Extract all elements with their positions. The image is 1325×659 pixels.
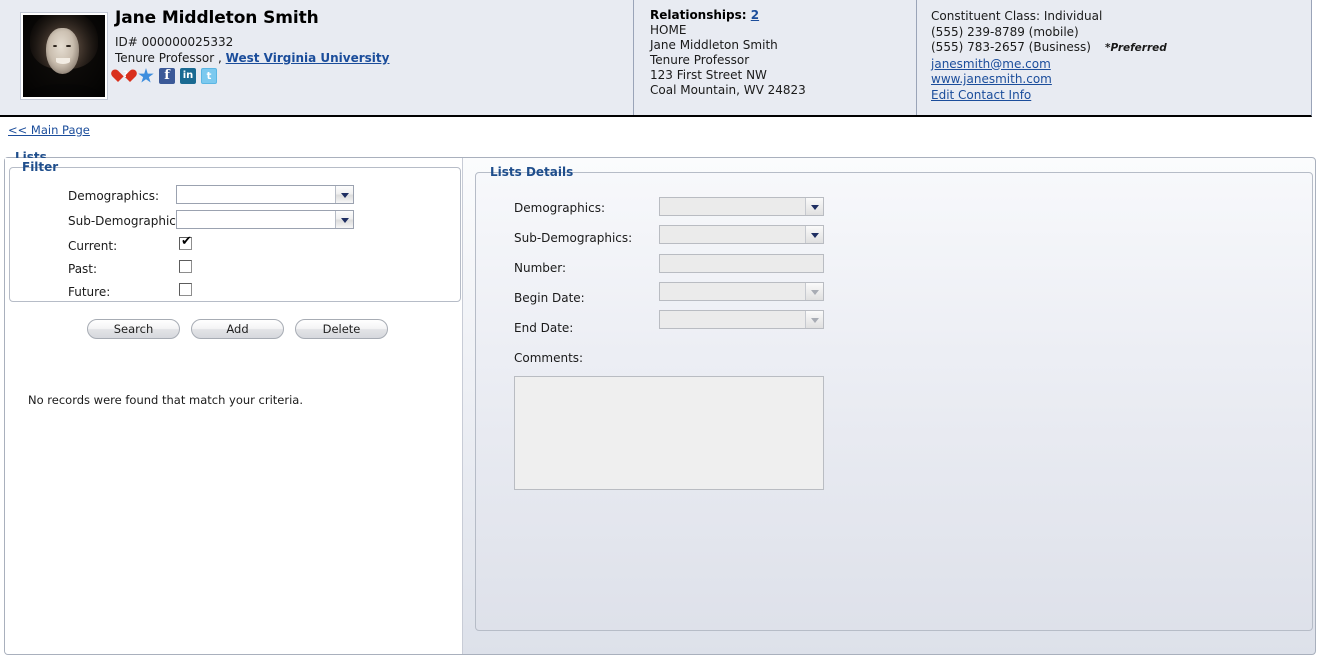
chevron-down-icon[interactable] [805, 198, 823, 215]
lists-details-legend: Lists Details [490, 165, 574, 179]
details-begin-date-label: Begin Date: [514, 291, 585, 305]
relationship-line: Jane Middleton Smith [650, 38, 778, 52]
chevron-down-icon[interactable] [335, 211, 353, 228]
avatar [20, 12, 108, 100]
phone-business: (555) 783-2657 (Business) [931, 40, 1091, 54]
chevron-down-icon[interactable] [805, 311, 823, 328]
person-title-line: Tenure Professor , West Virginia Univers… [115, 51, 389, 65]
edit-contact-line: Edit Contact Info [931, 88, 1167, 104]
details-end-date-label: End Date: [514, 321, 574, 335]
phone-mobile: (555) 239-8789 (mobile) [931, 24, 1079, 39]
preferred-marker: *Preferred [1104, 42, 1167, 54]
search-button[interactable]: Search [87, 319, 180, 339]
edit-contact-info-link[interactable]: Edit Contact Info [931, 88, 1031, 102]
relationships-label: Relationships: [650, 8, 747, 22]
filter-current-checkbox[interactable]: ✔ [179, 234, 192, 250]
checkmark-icon: ✔ [181, 234, 192, 249]
filter-past-label: Past: [68, 262, 98, 276]
constituent-class: Constituent Class: Individual [931, 9, 1103, 23]
header-relationships-column: Relationships: 2 HOME Jane Middleton Smi… [634, 0, 917, 115]
contact-block: Constituent Class: Individual (555) 239-… [931, 9, 1167, 103]
details-number-input[interactable] [659, 254, 824, 273]
details-number-label: Number: [514, 261, 567, 275]
filter-legend: Filter [22, 160, 59, 174]
lists-left-column: Filter Demographics: Sub-Demographics: C… [5, 158, 463, 654]
details-comments-textarea[interactable] [514, 376, 824, 490]
filter-sub-demographics-select[interactable] [176, 210, 354, 229]
relationship-line: Coal Mountain, WV 24823 [650, 83, 806, 97]
filter-future-checkbox[interactable] [179, 283, 192, 296]
filter-past-checkbox[interactable] [179, 260, 192, 273]
person-job-title: Tenure Professor , [115, 51, 222, 65]
details-sub-demographics-select[interactable] [659, 225, 824, 244]
details-comments-label: Comments: [514, 351, 584, 365]
website-link[interactable]: www.janesmith.com [931, 72, 1052, 86]
details-sub-demographics-label: Sub-Demographics: [514, 231, 633, 245]
portrait-photo [23, 15, 105, 97]
chevron-down-icon[interactable] [805, 226, 823, 243]
email-line: janesmith@me.com [931, 57, 1167, 73]
details-demographics-select[interactable] [659, 197, 824, 216]
details-end-date-select[interactable] [659, 310, 824, 329]
social-icon-row: ? f in t [109, 67, 217, 84]
details-demographics-label: Demographics: [514, 201, 606, 215]
heart-question-icon[interactable]: ? [109, 67, 138, 84]
relationship-line: HOME [650, 23, 687, 37]
chevron-down-icon[interactable] [805, 283, 823, 300]
relationship-line: Tenure Professor [650, 53, 750, 67]
person-name: Jane Middleton Smith [115, 8, 319, 28]
header-identity-column: Jane Middleton Smith ID# 000000025332 Te… [0, 0, 634, 115]
star-icon[interactable] [138, 68, 154, 83]
linkedin-icon[interactable]: in [180, 68, 196, 84]
organization-link[interactable]: West Virginia University [226, 51, 390, 65]
chevron-down-icon[interactable] [335, 186, 353, 203]
relationships-block: Relationships: 2 HOME Jane Middleton Smi… [650, 8, 806, 98]
relationships-count-link[interactable]: 2 [751, 8, 759, 22]
filter-panel: Filter Demographics: Sub-Demographics: C… [9, 160, 461, 302]
relationship-line: 123 First Street NW [650, 68, 767, 82]
twitter-icon[interactable]: t [201, 68, 217, 84]
filter-demographics-select[interactable] [176, 185, 354, 204]
filter-current-label: Current: [68, 239, 118, 253]
lists-details-panel: Lists Details Demographics: Sub-Demograp… [475, 165, 1313, 631]
main-page-link[interactable]: << Main Page [8, 123, 90, 137]
delete-button[interactable]: Delete [295, 319, 388, 339]
filter-sub-demographics-label: Sub-Demographics: [68, 214, 187, 228]
person-id: ID# 000000025332 [115, 35, 234, 49]
email-link[interactable]: janesmith@me.com [931, 57, 1051, 71]
details-begin-date-select[interactable] [659, 282, 824, 301]
filter-demographics-label: Demographics: [68, 189, 160, 203]
header-contact-column: Constituent Class: Individual (555) 239-… [917, 0, 1311, 115]
no-records-message: No records were found that match your cr… [28, 393, 303, 407]
constituent-header-panel: Jane Middleton Smith ID# 000000025332 Te… [0, 0, 1312, 117]
lists-panel: Lists Filter Demographics: Sub-Demograph… [4, 150, 1316, 655]
phone-business-line: (555) 783-2657 (Business) *Preferred [931, 40, 1167, 57]
add-button[interactable]: Add [191, 319, 284, 339]
filter-future-label: Future: [68, 285, 111, 299]
website-line: www.janesmith.com [931, 72, 1167, 88]
relationships-title: Relationships: 2 [650, 8, 806, 23]
facebook-icon[interactable]: f [159, 68, 175, 84]
